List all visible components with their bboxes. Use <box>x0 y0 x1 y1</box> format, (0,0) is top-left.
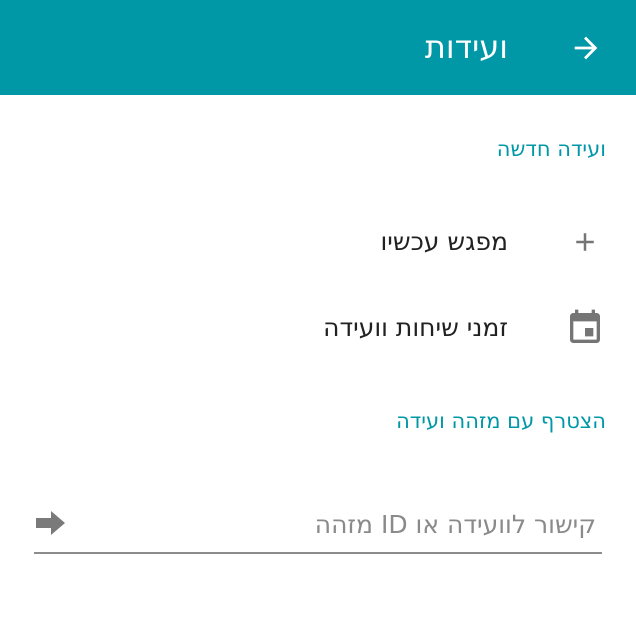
schedule-meeting-item[interactable]: זמני שיחות וועידה <box>0 292 636 364</box>
arrow-forward-icon <box>574 36 598 60</box>
meet-now-item[interactable]: מפגש עכשיו <box>0 206 636 278</box>
arrow-right-icon <box>36 511 65 535</box>
input-underline <box>34 552 602 554</box>
join-section-title: הצטרף עם מזהה ועידה <box>396 409 606 433</box>
schedule-meeting-label: זמני שיחות וועידה <box>323 313 508 342</box>
back-button[interactable] <box>560 22 612 74</box>
page-title: ועידות <box>424 28 508 66</box>
conferences-screen: ועידות ועידה חדשה מפגש עכשיו זמני שיחות … <box>0 0 636 618</box>
join-submit-button[interactable] <box>34 508 68 538</box>
meet-now-label: מפגש עכשיו <box>380 227 508 256</box>
calendar-icon <box>565 309 605 346</box>
meeting-link-field <box>34 496 602 554</box>
app-bar: ועידות <box>0 0 636 95</box>
meeting-link-input[interactable] <box>80 504 596 544</box>
new-meeting-section-title: ועידה חדשה <box>496 137 606 161</box>
plus-icon <box>565 224 605 260</box>
